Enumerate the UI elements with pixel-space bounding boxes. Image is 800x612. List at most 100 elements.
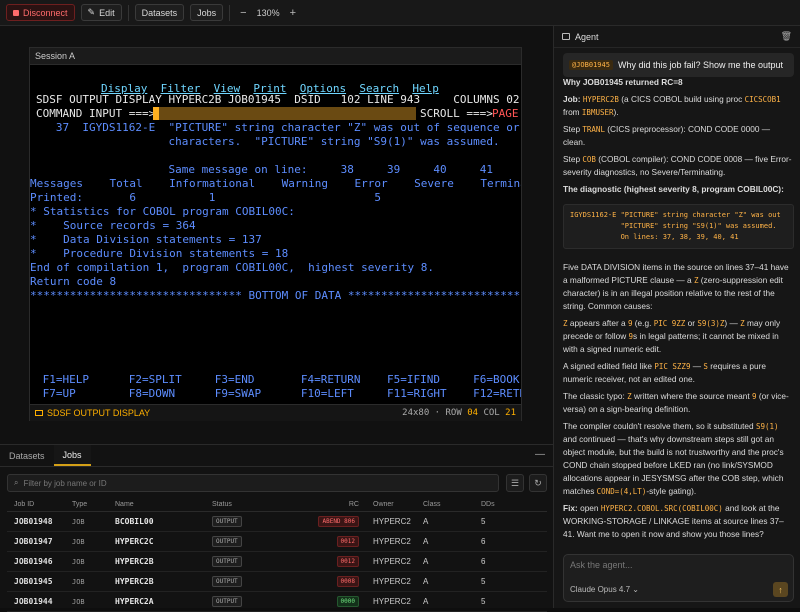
job-dds: 5	[481, 597, 486, 606]
job-id: JOB01945	[14, 577, 53, 586]
refresh-icon[interactable]: ↻	[529, 474, 547, 492]
job-mention-chip[interactable]: @JOB01945	[569, 60, 613, 70]
table-row[interactable]: JOB01948 JOB BCOBIL00 OUTPUT ABEND 806 HYPERC…	[7, 512, 547, 532]
job-owner: HYPERC2	[373, 577, 411, 586]
job-owner: HYPERC2	[373, 517, 411, 526]
job-name: HYPERC2C	[115, 537, 154, 546]
filter-options-icon[interactable]: ☰	[506, 474, 524, 492]
toolbar-divider	[127, 4, 129, 21]
job-status: OUTPUT	[212, 556, 296, 567]
job-type: JOB	[72, 597, 85, 606]
zoom-out-button[interactable]: −	[236, 7, 250, 19]
cause-1: Z appears after a 9 (e.g. PIC 9ZZ or S9(…	[563, 318, 781, 354]
cursor	[153, 107, 159, 120]
filter-row: ⌕ ☰ ↻	[7, 474, 547, 492]
job-name: HYPERC2B	[115, 557, 154, 566]
top-toolbar: Disconnect ✎ Edit Datasets Jobs − 130% +	[0, 0, 800, 26]
filter-input[interactable]	[23, 478, 464, 488]
job-status: OUTPUT	[212, 596, 296, 607]
job-id: JOB01944	[14, 597, 53, 606]
table-row[interactable]: JOB01945 JOB HYPERC2B OUTPUT 0008 HYPERC2 A 5	[7, 572, 547, 592]
job-status: OUTPUT	[212, 516, 296, 527]
diagnostic-code-block: IGYDS1162-E "PICTURE" string character "…	[563, 204, 794, 249]
output-line: Printed: 6 1 5	[30, 191, 381, 204]
job-id: JOB01948	[14, 517, 53, 526]
jobs-button[interactable]: Jobs	[190, 4, 224, 21]
status-badge: OUTPUT	[212, 596, 242, 607]
status-badge: OUTPUT	[212, 556, 242, 567]
tab-jobs[interactable]: Jobs	[53, 445, 91, 466]
job-type: JOB	[72, 517, 85, 526]
zoom-level: 130%	[256, 7, 280, 18]
output-line: End of compilation 1, program COBIL00C, …	[30, 261, 434, 274]
disconnect-button[interactable]: Disconnect	[6, 4, 75, 21]
table-row[interactable]: JOB01947 JOB HYPERC2C OUTPUT 0012 HYPERC2 A 6	[7, 532, 547, 552]
rc-badge: 0000	[336, 596, 359, 607]
rc-badge: ABEND 806	[318, 516, 359, 527]
job-class: A	[423, 577, 429, 586]
job-rc: 0000	[296, 596, 359, 607]
agent-input[interactable]	[570, 560, 785, 576]
model-selector[interactable]: Claude Opus 4.7 ⌄	[570, 585, 639, 594]
output-line: Same message on line: 38 39 40 41	[36, 163, 493, 176]
filter-field: ⌕	[7, 474, 499, 492]
status-badge: OUTPUT	[212, 576, 242, 587]
session-window: Session A Display Filter View Print Opti…	[29, 47, 522, 421]
tab-datasets[interactable]: Datasets	[0, 445, 54, 466]
pencil-icon: ✎	[87, 7, 96, 17]
agent-composer: Claude Opus 4.7 ⌄ ↑	[563, 554, 794, 602]
job-type: JOB	[72, 557, 85, 566]
job-dds: 5	[481, 577, 486, 586]
answer-job-line: Job: HYPERC2B (a CICS COBOL build using …	[563, 94, 781, 117]
minimize-icon[interactable]: —	[535, 449, 545, 460]
answer-explanation: Five DATA DIVISION items in the source o…	[563, 262, 789, 311]
cause-2: A signed edited field like PIC SZZ9 — S …	[563, 361, 767, 384]
session-title: Session A	[30, 48, 521, 65]
job-type: JOB	[72, 537, 85, 546]
status-badge: OUTPUT	[212, 516, 242, 527]
trash-icon[interactable]: 🗑	[781, 31, 792, 42]
job-rc: 0012	[296, 556, 359, 567]
terminal-menubar: Display Filter View Print Options Search…	[48, 68, 439, 95]
terminal-screen[interactable]: Display Filter View Print Options Search…	[30, 65, 521, 404]
edit-button[interactable]: ✎ Edit	[80, 4, 122, 21]
table-row[interactable]: JOB01944 JOB HYPERC2A OUTPUT 0000 HYPERC2 A 5	[7, 592, 547, 612]
output-line: * Source records = 364	[30, 219, 196, 232]
output-line: * Data Division statements = 137	[30, 233, 262, 246]
job-dds: 6	[481, 557, 486, 566]
job-name: HYPERC2B	[115, 577, 154, 586]
answer-fix: Fix: open HYPERC2.COBOL.SRC(COBIL00C) an…	[563, 503, 784, 539]
answer-title: Why JOB01945 returned RC=8	[563, 77, 683, 87]
answer-step-cob: Step COB (COBOL compiler): COND CODE 000…	[563, 154, 792, 177]
rc-badge: 0012	[336, 556, 359, 567]
job-name: HYPERC2A	[115, 597, 154, 606]
job-class: A	[423, 537, 429, 546]
cursor-position: 24x80 · ROW 04 COL 21	[402, 408, 516, 418]
command-input-field[interactable]	[153, 107, 416, 120]
rc-badge: 0012	[336, 536, 359, 547]
bottom-of-data-line: ******************************** BOTTOM …	[30, 289, 521, 302]
user-message-text: Why did this job fail? Show me the outpu…	[617, 60, 784, 70]
job-dds: 6	[481, 537, 486, 546]
command-input-label: COMMAND INPUT ===>	[36, 107, 156, 120]
pf-keys-row-1: F1=HELP F2=SPLIT F3=END F4=RETURN F5=IFI…	[36, 373, 520, 386]
status-screen-name: SDSF OUTPUT DISPLAY	[47, 408, 151, 418]
jobs-panel: Datasets Jobs — ⌕ ☰ ↻ Job ID Type Name S…	[0, 444, 553, 612]
datasets-button[interactable]: Datasets	[134, 4, 185, 21]
agent-answer: Why JOB01945 returned RC=8 Job: HYPERC2B…	[563, 76, 794, 543]
table-row[interactable]: JOB01946 JOB HYPERC2B OUTPUT 0012 HYPERC2 A 6	[7, 552, 547, 572]
zoom-in-button[interactable]: +	[286, 7, 300, 19]
agent-header: Agent 🗑	[554, 26, 800, 48]
job-status: OUTPUT	[212, 576, 296, 587]
user-message: @JOB01945 Why did this job fail? Show me…	[563, 53, 794, 77]
sdsf-header-line: SDSF OUTPUT DISPLAY HYPERC2B JOB01945 DS…	[36, 93, 521, 106]
session-status-bar: SDSF OUTPUT DISPLAY 24x80 · ROW 04 COL 2…	[30, 404, 521, 421]
job-owner: HYPERC2	[373, 557, 411, 566]
job-type: JOB	[72, 577, 85, 586]
answer-step-tranl: Step TRANL (CICS preprocessor): COND COD…	[563, 124, 771, 147]
job-id: JOB01947	[14, 537, 53, 546]
status-badge: OUTPUT	[212, 536, 242, 547]
send-icon[interactable]: ↑	[773, 582, 788, 597]
job-rc: ABEND 806	[296, 516, 359, 527]
scroll-label: SCROLL ===>	[420, 107, 493, 120]
